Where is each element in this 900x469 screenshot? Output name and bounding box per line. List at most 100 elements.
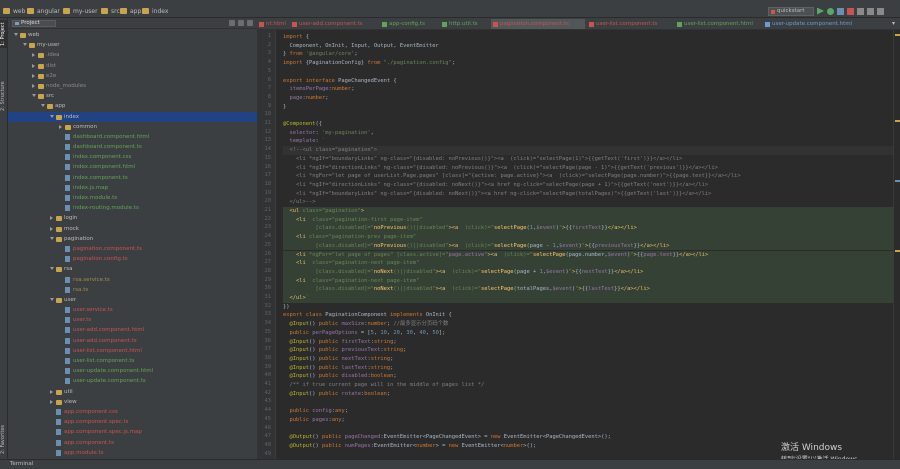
- structure-icon[interactable]: [857, 7, 864, 15]
- hide-icon[interactable]: [247, 20, 253, 26]
- editor-tab[interactable]: pagination.component.ts: [491, 19, 585, 29]
- code-line[interactable]: [class.disabled]="noNext()||disabled"><a…: [283, 285, 893, 294]
- code-line[interactable]: </ul>`: [283, 294, 893, 303]
- tool-tab-structure[interactable]: 2: Structure: [0, 76, 8, 116]
- tree-file[interactable]: user.service.ts: [8, 305, 257, 315]
- tree-folder[interactable]: login: [8, 213, 257, 223]
- tree-file[interactable]: rsa.service.ts: [8, 275, 257, 285]
- breadcrumb-item[interactable]: app: [120, 7, 141, 15]
- tree-folder[interactable]: mock: [8, 224, 257, 234]
- expand-arrow-icon[interactable]: [50, 267, 54, 271]
- code-line[interactable]: @Input() public maxSize:number; //最多显示分页…: [283, 320, 893, 329]
- collapse-arrow-icon[interactable]: [50, 399, 53, 404]
- code-line[interactable]: [class.disabled]="noNext()||disabled"><a…: [283, 267, 893, 277]
- breadcrumb-item[interactable]: my-user: [63, 7, 98, 15]
- code-line[interactable]: @Input() public rotate:boolean;: [283, 390, 893, 399]
- code-line[interactable]: export interface PageChangedEvent {: [283, 77, 893, 86]
- code-line[interactable]: public perPageOptions = [5, 10, 20, 30, …: [283, 329, 893, 338]
- expand-arrow-icon[interactable]: [50, 114, 54, 118]
- tree-file[interactable]: index-routing.module.ts: [8, 203, 257, 213]
- editor-tab[interactable]: user-list.component.ts: [587, 19, 673, 29]
- project-view-dropdown[interactable]: Project: [12, 20, 56, 27]
- code-line[interactable]: <li *ngIf="directionLinks" ng-class="{di…: [283, 164, 893, 173]
- tree-folder[interactable]: e2e: [8, 71, 257, 81]
- tree-file[interactable]: pagination.config.ts: [8, 254, 257, 264]
- debug-icon[interactable]: [827, 7, 834, 15]
- code-line[interactable]: <li *ngIf="boundaryLinks" ng-class="{dis…: [283, 155, 893, 164]
- collapse-arrow-icon[interactable]: [32, 73, 35, 78]
- code-line[interactable]: <li class="pagination-next page-item": [283, 259, 893, 268]
- tree-file[interactable]: app.component.spec.ts: [8, 417, 257, 427]
- tree-folder[interactable]: my-user: [8, 40, 257, 50]
- terminal-tab[interactable]: Terminal: [10, 461, 33, 467]
- breadcrumb-item[interactable]: index: [142, 7, 168, 15]
- tool-tab-favorites[interactable]: 2: Favorites: [0, 420, 8, 458]
- code-line[interactable]: }: [283, 103, 893, 112]
- breadcrumb-item[interactable]: web: [3, 7, 25, 15]
- tab-list-icon[interactable]: ▾: [892, 20, 898, 27]
- tree-file[interactable]: dashboard.component.ts: [8, 142, 257, 152]
- code-line[interactable]: @Input() public firstText:string;: [283, 338, 893, 347]
- code-line[interactable]: @Input() public nextText:string;: [283, 355, 893, 364]
- collapse-arrow-icon[interactable]: [50, 216, 53, 221]
- tree-file[interactable]: user-add.component.ts: [8, 336, 257, 346]
- code-line[interactable]: @Component({: [283, 120, 893, 129]
- tree-file[interactable]: index.component.ts: [8, 173, 257, 183]
- code-line[interactable]: </ul>-->: [283, 198, 893, 207]
- settings-icon[interactable]: [867, 7, 874, 15]
- code-line[interactable]: <!--<ul class="pagination">: [283, 146, 893, 155]
- settings-icon[interactable]: [238, 20, 244, 26]
- tree-folder[interactable]: node_modules: [8, 81, 257, 91]
- tree-file[interactable]: user.ts: [8, 315, 257, 325]
- code-line[interactable]: itemsPerPage:number;: [283, 85, 893, 94]
- expand-arrow-icon[interactable]: [23, 43, 27, 47]
- tree-folder[interactable]: index: [8, 111, 257, 122]
- editor-tab[interactable]: user-add.component.ts: [290, 19, 378, 29]
- collapse-arrow-icon[interactable]: [32, 63, 35, 68]
- code-line[interactable]: }): [283, 303, 893, 312]
- editor-tab[interactable]: user-list.component.html: [675, 19, 761, 29]
- tree-folder[interactable]: util: [8, 387, 257, 397]
- code-line[interactable]: <li class="pagination-prev page-item": [283, 233, 893, 242]
- expand-arrow-icon[interactable]: [50, 297, 54, 301]
- code-line[interactable]: export class PaginationComponent impleme…: [283, 311, 893, 320]
- tree-file[interactable]: user-update.component.ts: [8, 376, 257, 386]
- code-line[interactable]: [283, 111, 893, 120]
- collapse-arrow-icon[interactable]: [50, 226, 53, 231]
- code-line[interactable]: @Input() public previousText:string;: [283, 346, 893, 355]
- tree-file[interactable]: index.component.html: [8, 162, 257, 172]
- code-line[interactable]: <li *ngIf="directionLinks" ng-class="{di…: [283, 181, 893, 190]
- tool-tab-project[interactable]: 1: Project: [0, 20, 8, 48]
- tree-file[interactable]: user-add.component.html: [8, 325, 257, 335]
- code-line[interactable]: @Input() public disabled:boolean;: [283, 372, 893, 381]
- expand-arrow-icon[interactable]: [14, 33, 18, 36]
- code-line[interactable]: <li *ngIf="boundaryLinks" ng-class="{dis…: [283, 190, 893, 199]
- tree-file[interactable]: app.component.css: [8, 407, 257, 417]
- collapse-arrow-icon[interactable]: [50, 389, 53, 394]
- expand-arrow-icon[interactable]: [50, 236, 54, 240]
- tree-file[interactable]: rsa.ts: [8, 285, 257, 295]
- expand-arrow-icon[interactable]: [41, 104, 45, 108]
- code-line[interactable]: [283, 68, 893, 77]
- tree-file[interactable]: index.js.map: [8, 183, 257, 193]
- tree-file[interactable]: dashboard.component.html: [8, 132, 257, 142]
- code-line[interactable]: template: `: [283, 137, 893, 146]
- tree-folder[interactable]: common: [8, 122, 257, 132]
- code-line[interactable]: Component, OnInit, Input, Output, EventE…: [283, 42, 893, 51]
- coverage-icon[interactable]: [837, 7, 844, 15]
- tree-file[interactable]: app.component.ts: [8, 438, 257, 448]
- tree-file[interactable]: user-list.component.html: [8, 346, 257, 356]
- tree-folder[interactable]: web: [8, 30, 257, 40]
- breadcrumb-item[interactable]: angular: [27, 7, 60, 15]
- tree-folder[interactable]: user: [8, 295, 257, 305]
- code-line[interactable]: <ul class="pagination">: [283, 207, 893, 216]
- code-line[interactable]: [class.disabled]="noPrevious()||disabled…: [283, 241, 893, 251]
- collapse-arrow-icon[interactable]: [32, 83, 35, 88]
- code-line[interactable]: [283, 425, 893, 434]
- tree-folder[interactable]: view: [8, 397, 257, 407]
- code-line[interactable]: <li class="pagination-next page-item": [283, 276, 893, 286]
- editor-tab[interactable]: user-update.component.html: [763, 19, 863, 29]
- run-icon[interactable]: [817, 7, 824, 15]
- run-config-select[interactable]: quickstart: [768, 6, 814, 16]
- breadcrumb-item[interactable]: src: [101, 7, 120, 15]
